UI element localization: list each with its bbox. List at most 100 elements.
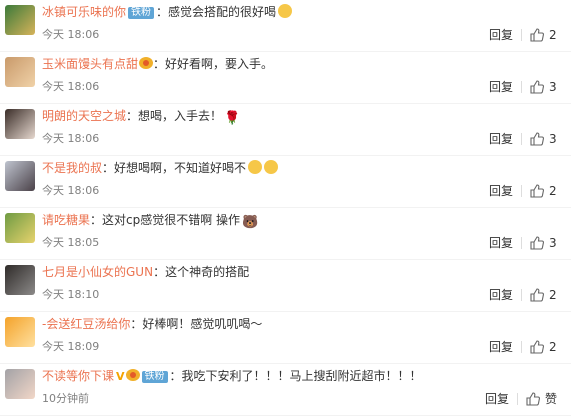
divider — [521, 29, 522, 41]
divider — [521, 237, 522, 249]
avatar[interactable] — [5, 109, 35, 139]
comment-line: 明朗的天空之城：想喝，入手去！ 🌹 — [42, 107, 561, 125]
avatar-image — [5, 5, 35, 35]
like-count[interactable]: 2 — [549, 182, 557, 200]
username-link[interactable]: 请吃糖果 — [42, 213, 90, 227]
timestamp: 今天 18:05 — [42, 236, 100, 249]
username-link[interactable]: 不读等你下课 — [42, 369, 114, 383]
divider — [521, 289, 522, 301]
reply-button[interactable]: 回复 — [489, 182, 513, 200]
avatar[interactable] — [5, 369, 35, 399]
avatar[interactable] — [5, 317, 35, 347]
comment-row: -会送红豆汤给你：好棒啊！感觉叽叽喝～ 今天 18:09 回复 2 — [0, 312, 571, 364]
avatar-image — [5, 161, 35, 191]
timestamp: 10分钟前 — [42, 392, 89, 405]
avatar[interactable] — [5, 213, 35, 243]
thumbs-up-icon[interactable] — [530, 236, 544, 250]
reply-button[interactable]: 回复 — [489, 26, 513, 44]
comment-row: 不是我的叔：好想喝啊，不知道好喝不 今天 18:06 回复 2 — [0, 156, 571, 208]
rose-icon: 🌹 — [224, 111, 241, 125]
divider — [521, 185, 522, 197]
thumbs-up-icon[interactable] — [530, 132, 544, 146]
reply-button[interactable]: 回复 — [489, 234, 513, 252]
comment-actions: 回复 2 — [489, 26, 557, 44]
reply-button[interactable]: 回复 — [489, 286, 513, 304]
username-link[interactable]: -会送红豆汤给你 — [42, 317, 130, 331]
timestamp: 今天 18:06 — [42, 184, 100, 197]
comment-line: 七月是小仙女的GUN：这个神奇的搭配 — [42, 263, 561, 281]
laugh-emoji-icon — [264, 160, 279, 174]
comment-text: ：想喝，入手去！ — [126, 109, 223, 123]
thumbs-up-icon[interactable] — [530, 288, 544, 302]
comment-row: 玉米面馒头有点甜 ：好好看啊，要入手。今天 18:06 回复 3 — [0, 52, 571, 104]
reply-button[interactable]: 回复 — [489, 338, 513, 356]
like-count[interactable]: 3 — [549, 78, 557, 96]
timestamp: 今天 18:09 — [42, 340, 100, 353]
member-crown-icon — [125, 369, 140, 381]
like-count[interactable]: 3 — [549, 234, 557, 252]
divider — [521, 133, 522, 145]
comment-actions: 回复 3 — [489, 234, 557, 252]
fan-badge: 铁粉 — [128, 7, 155, 19]
avatar[interactable] — [5, 57, 35, 87]
username-link[interactable]: 七月是小仙女的GUN — [42, 265, 153, 279]
comment-line: 玉米面馒头有点甜 ：好好看啊，要入手。 — [42, 55, 561, 73]
like-count[interactable]: 2 — [549, 26, 557, 44]
divider — [521, 341, 522, 353]
avatar-image — [5, 317, 35, 347]
username-link[interactable]: 冰镇可乐味的你 — [42, 5, 126, 19]
like-count[interactable]: 2 — [549, 338, 557, 356]
thumbs-up-icon[interactable] — [530, 28, 544, 42]
avatar-image — [5, 109, 35, 139]
comment-line: 请吃糖果：这对cp感觉很不错啊 操作 🐻 — [42, 211, 561, 229]
comment-text: ：好想喝啊，不知道好喝不 — [102, 161, 247, 175]
thumbs-up-icon[interactable] — [530, 80, 544, 94]
comment-actions: 回复 2 — [489, 338, 557, 356]
comment-text: ：好好看啊，要入手。 — [153, 57, 274, 71]
avatar[interactable] — [5, 5, 35, 35]
fan-badge: 铁粉 — [141, 371, 168, 383]
reply-button[interactable]: 回复 — [485, 390, 509, 408]
comment-actions: 回复 2 — [489, 286, 557, 304]
smile-emoji-icon — [278, 4, 293, 18]
comment-row: 明朗的天空之城：想喝，入手去！ 🌹 今天 18:06 回复 3 — [0, 104, 571, 156]
avatar[interactable] — [5, 161, 35, 191]
timestamp: 今天 18:06 — [42, 132, 100, 145]
timestamp: 今天 18:06 — [42, 28, 100, 41]
comment-row: 七月是小仙女的GUN：这个神奇的搭配 今天 18:10 回复 2 — [0, 260, 571, 312]
comment-row: 请吃糖果：这对cp感觉很不错啊 操作 🐻 今天 18:05 回复 3 — [0, 208, 571, 260]
comment-text: ：我吃下安利了！！！马上搜刮附近超市！！！ — [169, 369, 422, 383]
avatar-image — [5, 57, 35, 87]
comment-line: 不是我的叔：好想喝啊，不知道好喝不 — [42, 159, 561, 177]
thumbs-up-icon[interactable] — [526, 392, 540, 406]
comment-actions: 回复 3 — [489, 78, 557, 96]
timestamp: 今天 18:06 — [42, 80, 100, 93]
reply-button[interactable]: 回复 — [489, 78, 513, 96]
username-link[interactable]: 不是我的叔 — [42, 161, 102, 175]
avatar-image — [5, 265, 35, 295]
vip-icon: V — [116, 370, 125, 383]
comment-list: 冰镇可乐味的你 铁粉 ：感觉会搭配的很好喝 今天 18:06 回复 2 玉米面馒头有点甜 ：好… — [0, 0, 571, 416]
like-count[interactable]: 3 — [549, 130, 557, 148]
comment-text: ：这对cp感觉很不错啊 操作 — [90, 213, 241, 227]
like-count[interactable]: 2 — [549, 286, 557, 304]
reply-button[interactable]: 回复 — [489, 130, 513, 148]
comment-actions: 回复 2 — [489, 182, 557, 200]
username-link[interactable]: 玉米面馒头有点甜 — [42, 57, 138, 71]
divider — [521, 81, 522, 93]
avatar-image — [5, 369, 35, 399]
comment-line: 冰镇可乐味的你 铁粉 ：感觉会搭配的很好喝 — [42, 3, 561, 21]
like-count[interactable]: 赞 — [545, 390, 557, 408]
thumbs-up-icon[interactable] — [530, 340, 544, 354]
thumbs-up-icon[interactable] — [530, 184, 544, 198]
username-link[interactable]: 明朗的天空之城 — [42, 109, 126, 123]
divider — [516, 393, 518, 405]
comment-text: ：这个神奇的搭配 — [153, 265, 250, 279]
comment-row: 冰镇可乐味的你 铁粉 ：感觉会搭配的很好喝今天 18:06 回复 2 — [0, 0, 571, 52]
comment-text: ：好棒啊！感觉叽叽喝～ — [130, 317, 263, 331]
comment-row: 不读等你下课 V 铁粉 ：我吃下安利了！！！马上搜刮附近超市！！！ 10分钟前 回复 赞 — [0, 364, 571, 416]
comment-line: -会送红豆汤给你：好棒啊！感觉叽叽喝～ — [42, 315, 561, 333]
avatar[interactable] — [5, 265, 35, 295]
comment-line: 不读等你下课 V 铁粉 ：我吃下安利了！！！马上搜刮附近超市！！！ — [42, 367, 561, 385]
comment-text: ：感觉会搭配的很好喝 — [156, 5, 277, 19]
